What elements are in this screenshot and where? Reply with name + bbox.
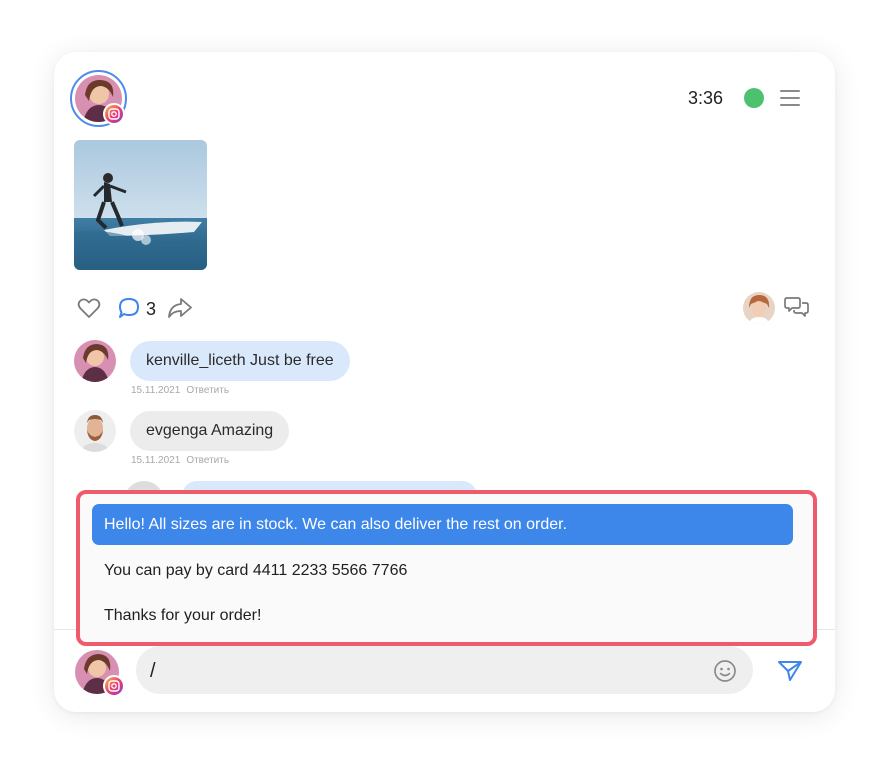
quick-reply-item[interactable]: Hello! All sizes are in stock. We can al… (92, 504, 793, 545)
instagram-icon (103, 675, 125, 697)
clock-time: 3:36 (688, 88, 724, 108)
emoji-icon[interactable] (713, 659, 737, 688)
comment-meta: 15.11.2021 Ответить (131, 385, 229, 396)
comment-meta: 15.11.2021 Ответить (131, 455, 229, 466)
comment-bubble: kenville_liceth Just be free (130, 341, 350, 381)
online-status-indicator (744, 88, 764, 108)
send-icon[interactable] (777, 659, 803, 688)
reply-link[interactable]: Ответить (186, 455, 229, 466)
author-avatar[interactable] (743, 292, 775, 324)
menu-icon[interactable] (780, 90, 800, 106)
comment-bubble: evgenga Amazing (130, 411, 290, 451)
message-input-value: / (150, 660, 156, 682)
quick-reply-item[interactable]: You can pay by card 4411 2233 5566 7766 (92, 550, 793, 591)
instagram-icon (103, 103, 125, 125)
heart-icon[interactable] (77, 297, 101, 324)
quick-reply-item[interactable]: Thanks for your order! (92, 595, 793, 636)
quick-replies-popup: Hello! All sizes are in stock. We can al… (76, 490, 817, 646)
comments-count: 3 (146, 299, 157, 319)
commenter-avatar[interactable] (74, 340, 116, 382)
post-image[interactable] (74, 140, 207, 270)
reply-link[interactable]: Ответить (186, 385, 229, 396)
conversation-icon[interactable] (784, 295, 810, 324)
commenter-avatar[interactable] (74, 410, 116, 452)
comment-icon[interactable] (117, 296, 141, 325)
comment-date: 15.11.2021 (131, 385, 181, 396)
message-input[interactable] (136, 646, 753, 694)
share-icon[interactable] (167, 297, 193, 324)
comment-date: 15.11.2021 (131, 455, 181, 466)
